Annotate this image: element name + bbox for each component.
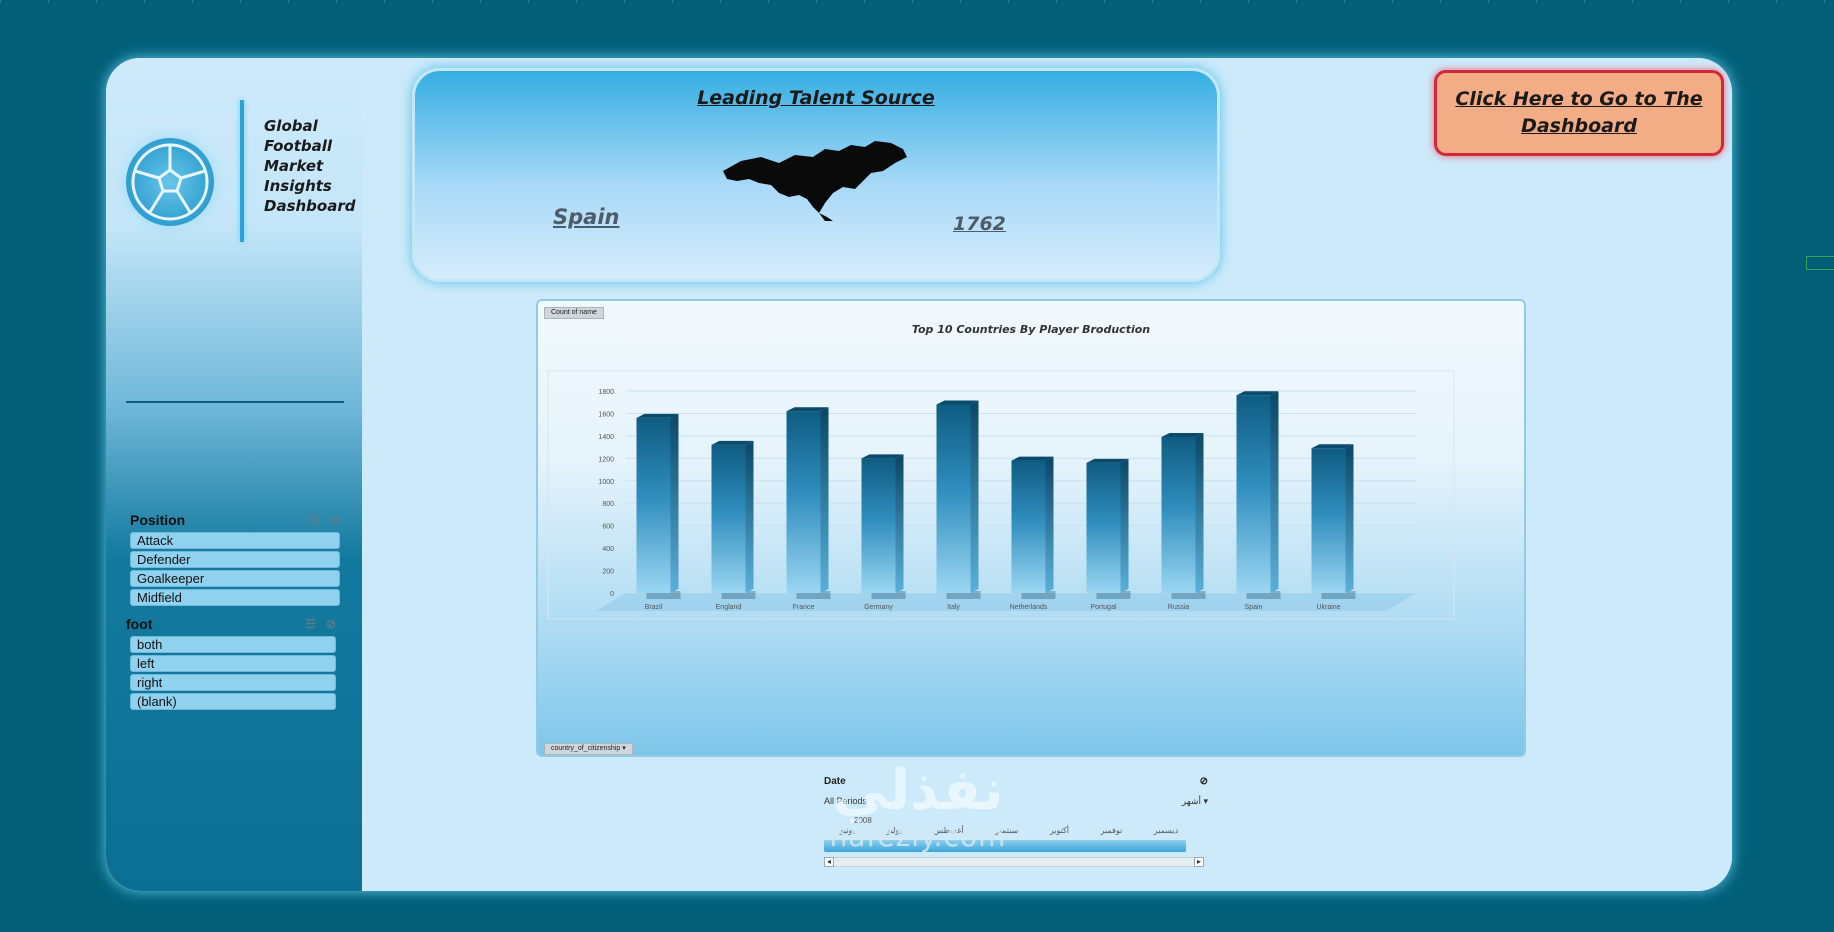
axis-field-button[interactable]: country_of_citizenship ▾ bbox=[544, 743, 633, 755]
watermark-latin: nafezly.com bbox=[829, 820, 1007, 853]
dashboard-title: Global Football Market Insights Dashboar… bbox=[264, 116, 364, 216]
timeline-scrollbar[interactable] bbox=[824, 857, 1204, 867]
bar-side bbox=[895, 454, 904, 593]
cell-selection-marker bbox=[1806, 256, 1834, 270]
leading-talent-card: Leading Talent Source Spain 1762 bbox=[412, 68, 1220, 282]
y-tick-label: 1600 bbox=[598, 411, 614, 418]
clear-filter-icon[interactable]: ⊘ bbox=[326, 617, 336, 631]
bar-side bbox=[1270, 391, 1279, 593]
bar-side bbox=[1345, 444, 1354, 593]
slicer-item-defender[interactable]: Defender bbox=[130, 551, 340, 568]
y-tick-label: 1000 bbox=[598, 479, 614, 486]
y-tick-label: 1800 bbox=[598, 389, 614, 396]
talent-title: Leading Talent Source bbox=[697, 87, 935, 109]
x-tick-label: England bbox=[716, 604, 742, 611]
x-tick-label: Brazil bbox=[645, 604, 663, 611]
title-line: Market bbox=[264, 157, 324, 175]
bar-side bbox=[970, 400, 979, 593]
slicer-item-left[interactable]: left bbox=[130, 655, 336, 672]
timeline-level-select[interactable]: أشهر ▾ bbox=[1182, 796, 1208, 807]
bar-portugal[interactable] bbox=[1086, 462, 1121, 593]
foot-slicer-title: foot bbox=[126, 616, 153, 632]
x-tick-label: France bbox=[793, 604, 815, 611]
timeline-month[interactable]: أكتوبر bbox=[1050, 826, 1069, 835]
y-tick-label: 1200 bbox=[598, 456, 614, 463]
clear-filter-icon[interactable]: ⊘ bbox=[330, 513, 340, 527]
sidebar-divider-vertical bbox=[240, 100, 244, 242]
value-field-button[interactable]: Count of name bbox=[544, 307, 604, 319]
clear-filter-icon[interactable]: ⊘ bbox=[1200, 776, 1208, 787]
slicer-item-midfield[interactable]: Midfield bbox=[130, 589, 340, 606]
axis-field-label: country_of_citizenship bbox=[551, 745, 621, 752]
slicer-item-blank[interactable]: (blank) bbox=[130, 693, 336, 710]
filter-dropdown-icon: ▾ bbox=[622, 745, 626, 752]
foot-slicer-header: foot ☰ ⊘ bbox=[126, 614, 336, 634]
timeline-month[interactable]: نوفمبر bbox=[1101, 826, 1123, 835]
bar-russia[interactable] bbox=[1161, 437, 1196, 593]
y-tick-label: 400 bbox=[602, 546, 614, 553]
y-tick-label: 800 bbox=[602, 501, 614, 508]
timeline-month[interactable]: ديسمبر bbox=[1154, 826, 1178, 835]
bar-side bbox=[1195, 433, 1204, 593]
slicer-item-attack[interactable]: Attack bbox=[130, 532, 340, 549]
bar-brazil[interactable] bbox=[636, 417, 671, 593]
y-tick-label: 0 bbox=[610, 591, 614, 598]
bar-italy[interactable] bbox=[936, 404, 971, 593]
sidebar-divider-horizontal bbox=[126, 401, 344, 403]
x-tick-label: Germany bbox=[864, 604, 893, 611]
bar-side bbox=[1120, 458, 1129, 593]
position-slicer: Position ☰ ⊘ Attack Defender Goalkeeper … bbox=[130, 510, 340, 606]
title-line: Dashboard bbox=[264, 197, 356, 215]
bar-france[interactable] bbox=[786, 411, 821, 593]
talent-count: 1762 bbox=[953, 213, 1006, 235]
scroll-left-icon[interactable]: ◂ bbox=[824, 857, 834, 867]
x-tick-label: Portugal bbox=[1090, 604, 1117, 611]
x-tick-label: Italy bbox=[947, 604, 960, 611]
y-tick-label: 600 bbox=[602, 524, 614, 531]
x-tick-label: Russia bbox=[1168, 604, 1190, 611]
multi-select-icon[interactable]: ☰ bbox=[305, 617, 316, 631]
bar-spain[interactable] bbox=[1236, 395, 1271, 593]
bar-side bbox=[745, 440, 754, 593]
multi-select-icon[interactable]: ☰ bbox=[309, 513, 320, 527]
bar-ukraine[interactable] bbox=[1311, 448, 1346, 593]
title-line: Football bbox=[264, 137, 333, 155]
scroll-right-icon[interactable]: ▸ bbox=[1194, 857, 1204, 867]
title-line: Global bbox=[264, 117, 318, 135]
position-slicer-title: Position bbox=[130, 512, 186, 528]
bar-netherlands[interactable] bbox=[1011, 460, 1046, 593]
timeline-level-label: أشهر bbox=[1181, 796, 1201, 806]
football-icon bbox=[126, 138, 214, 226]
bar-chart: 0 200 400 600 800 1000 1200 1400 1600 1800 Brazil E… bbox=[547, 370, 1455, 620]
bar-england[interactable] bbox=[711, 444, 746, 593]
sidebar: Global Football Market Insights Dashboar… bbox=[106, 58, 362, 891]
x-tick-label: Spain bbox=[1245, 604, 1263, 611]
slicer-item-right[interactable]: right bbox=[130, 674, 336, 691]
x-tick-label: Netherlands bbox=[1010, 604, 1048, 611]
sheet-gridlines bbox=[0, 0, 1834, 3]
position-slicer-header: Position ☰ ⊘ bbox=[130, 510, 340, 530]
x-tick-label: Ukraine bbox=[1316, 604, 1340, 611]
bar-side bbox=[670, 413, 679, 593]
y-tick-label: 1400 bbox=[598, 434, 614, 441]
chevron-down-icon: ▾ bbox=[1203, 796, 1208, 806]
title-line: Insights bbox=[264, 177, 332, 195]
bar-germany[interactable] bbox=[861, 458, 896, 593]
chart-panel: Count of name Top 10 Countries By Player… bbox=[536, 299, 1526, 757]
watermark-arabic: نفذلي bbox=[832, 758, 1004, 823]
talent-country: Spain bbox=[553, 205, 620, 229]
foot-slicer: foot ☰ ⊘ both left right (blank) bbox=[126, 614, 336, 710]
slicer-item-goalkeeper[interactable]: Goalkeeper bbox=[130, 570, 340, 587]
bar-side bbox=[820, 407, 829, 593]
slicer-item-both[interactable]: both bbox=[130, 636, 336, 653]
go-to-dashboard-button[interactable]: Click Here to Go to The Dashboard bbox=[1434, 70, 1724, 156]
north-america-map-icon bbox=[723, 141, 907, 221]
bar-side bbox=[1045, 456, 1054, 593]
y-tick-label: 200 bbox=[602, 569, 614, 576]
